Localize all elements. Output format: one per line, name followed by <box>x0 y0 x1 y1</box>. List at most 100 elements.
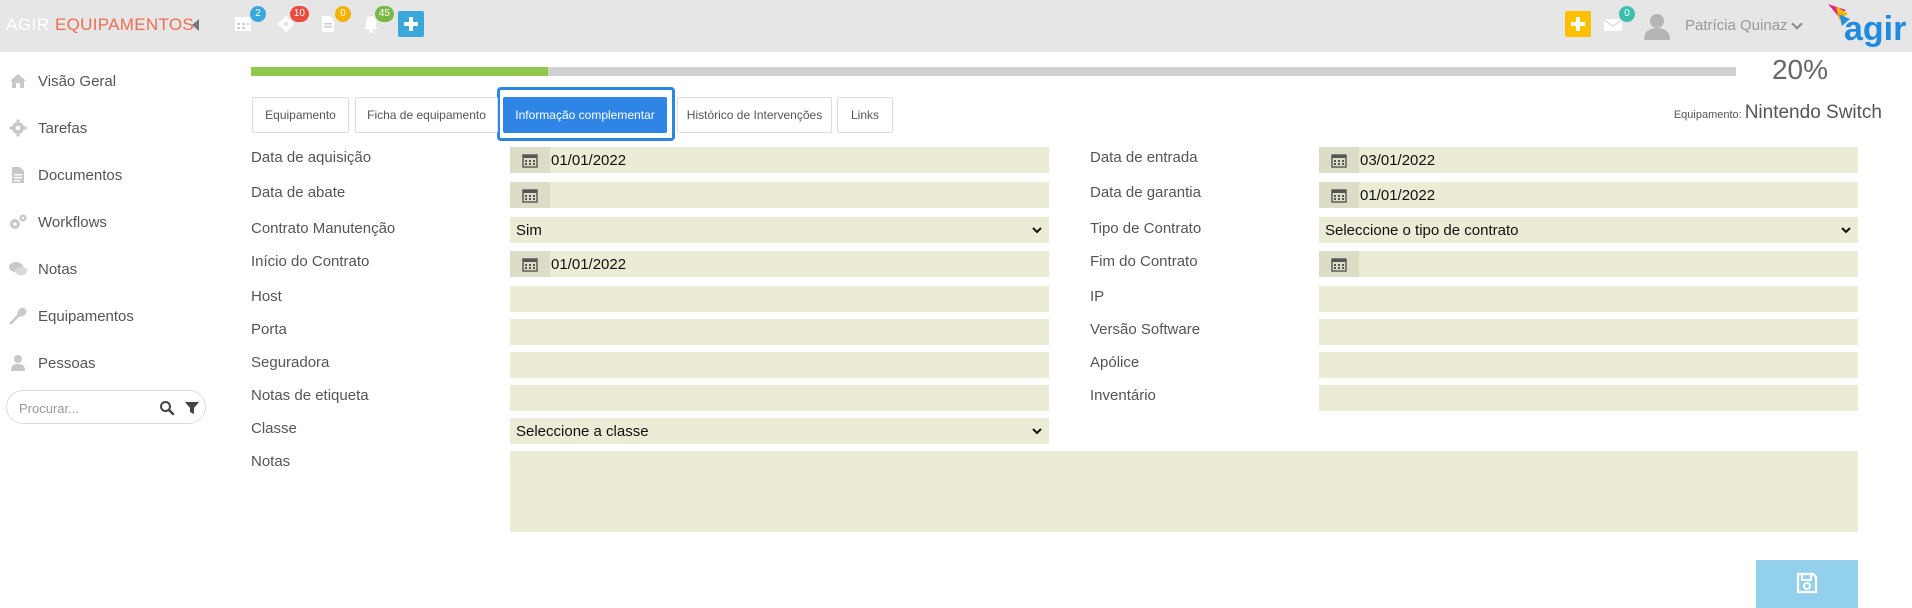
notas-label: Notas <box>251 453 291 470</box>
calendar-picker[interactable] <box>1319 182 1359 208</box>
inventario-field[interactable] <box>1319 385 1858 411</box>
ip-field[interactable] <box>1319 286 1858 312</box>
settings-button[interactable]: 10 <box>275 6 309 38</box>
comments-icon <box>9 262 27 276</box>
sidebar-item-documentos[interactable]: Documentos <box>0 155 210 195</box>
search-box <box>6 390 206 424</box>
notas-textarea[interactable] <box>510 451 1858 532</box>
gear-icon <box>9 119 27 137</box>
avatar[interactable] <box>1641 10 1673 42</box>
calendar-button[interactable]: 2 <box>232 6 266 38</box>
plus-icon <box>404 17 418 31</box>
calendar-icon <box>522 154 538 168</box>
documents-button[interactable]: 0 <box>317 6 351 38</box>
tab-equipamento[interactable]: Equipamento <box>252 97 349 133</box>
inicio-contrato-field[interactable]: 01/01/2022 <box>510 251 1049 277</box>
calendar-picker[interactable] <box>510 182 550 208</box>
wrench-icon <box>9 307 27 325</box>
fim-contrato-field[interactable] <box>1319 251 1858 277</box>
notas-etiqueta-field[interactable] <box>510 385 1049 411</box>
sidebar-item-tarefas[interactable]: Tarefas <box>0 108 210 148</box>
tipo-contrato-value: Seleccione o tipo de contrato <box>1325 222 1519 239</box>
sidebar-item-equipamentos[interactable]: Equipamentos <box>0 296 210 336</box>
data-entrada-field[interactable]: 03/01/2022 <box>1319 147 1858 173</box>
calendar-icon <box>522 189 538 203</box>
collapse-sidebar-icon[interactable] <box>192 19 199 31</box>
svg-text:agir: agir <box>1844 10 1906 48</box>
apolice-field[interactable] <box>1319 352 1858 378</box>
data-garantia-label: Data de garantia <box>1090 184 1201 201</box>
host-label: Host <box>251 288 282 305</box>
save-icon <box>1796 572 1818 594</box>
data-abate-field[interactable] <box>510 182 1049 208</box>
apolice-label: Apólice <box>1090 354 1140 371</box>
calendar-picker[interactable] <box>1319 147 1359 173</box>
versao-software-field[interactable] <box>1319 319 1858 345</box>
tipo-contrato-select[interactable]: Seleccione o tipo de contrato <box>1319 217 1858 243</box>
sidebar-item-label: Notas <box>38 260 78 278</box>
equipment-label: Equipamento: Nintendo Switch <box>1674 102 1882 124</box>
tab-historico-de-intervencoes[interactable]: Histórico de Intervenções <box>677 97 832 133</box>
search-icon[interactable] <box>159 400 175 416</box>
tab-links[interactable]: Links <box>837 97 893 133</box>
seguradora-label: Seguradora <box>251 354 330 371</box>
tab-ficha-de-equipamento[interactable]: Ficha de equipamento <box>355 97 498 133</box>
equipment-label-text: Equipamento: <box>1673 109 1742 121</box>
messages-button[interactable]: 0 <box>1601 6 1635 38</box>
sidebar-item-label: Documentos <box>38 166 123 184</box>
contrato-manutencao-label: Contrato Manutenção <box>251 220 396 237</box>
porta-field[interactable] <box>510 319 1049 345</box>
data-garantia-value: 01/01/2022 <box>1360 187 1436 204</box>
porta-label: Porta <box>251 321 287 338</box>
quick-add-button[interactable] <box>1565 11 1591 37</box>
filter-icon[interactable] <box>184 400 200 416</box>
sidebar-item-notas[interactable]: Notas <box>0 249 210 289</box>
messages-badge: 0 <box>1619 6 1635 22</box>
data-aquisicao-field[interactable]: 01/01/2022 <box>510 147 1049 173</box>
calendar-icon <box>1331 154 1347 168</box>
seguradora-field[interactable] <box>510 352 1049 378</box>
person-icon <box>11 355 25 371</box>
calendar-picker[interactable] <box>1319 251 1359 277</box>
search-input[interactable] <box>19 398 149 418</box>
calendar-picker[interactable] <box>510 251 550 277</box>
tipo-contrato-label: Tipo de Contrato <box>1090 220 1202 237</box>
document-icon <box>12 167 24 183</box>
home-icon <box>10 74 26 88</box>
chevron-down-icon <box>1032 428 1042 435</box>
sidebar-item-workflows[interactable]: Workflows <box>0 202 210 242</box>
sidebar-item-pessoas[interactable]: Pessoas <box>0 343 210 383</box>
user-name[interactable]: Patrícia Quinaz <box>1685 17 1788 34</box>
brand-name: AGIR <box>6 15 50 34</box>
calendar-icon <box>1331 258 1347 272</box>
save-button[interactable] <box>1756 560 1858 608</box>
contrato-manutencao-select[interactable]: Sim <box>510 217 1049 243</box>
host-field[interactable] <box>510 286 1049 312</box>
sidebar-item-visao-geral[interactable]: Visão Geral <box>0 61 210 101</box>
gears-icon <box>10 214 27 229</box>
data-entrada-label: Data de entrada <box>1090 149 1198 166</box>
inicio-contrato-label: Início do Contrato <box>251 253 370 270</box>
calendar-icon <box>1331 189 1347 203</box>
settings-badge: 10 <box>289 6 309 22</box>
data-entrada-value: 03/01/2022 <box>1360 152 1436 169</box>
ip-label: IP <box>1090 288 1105 305</box>
progress-bar <box>251 67 1736 76</box>
chevron-down-icon <box>1032 227 1042 234</box>
documents-badge: 0 <box>335 6 351 22</box>
chevron-down-icon[interactable] <box>1791 18 1803 30</box>
notifications-button[interactable]: 45 <box>360 6 394 38</box>
sidebar: Visão Geral Tarefas Documentos Workflows… <box>0 52 210 608</box>
sidebar-item-label: Visão Geral <box>38 72 117 90</box>
calendar-picker[interactable] <box>510 147 550 173</box>
data-garantia-field[interactable]: 01/01/2022 <box>1319 182 1858 208</box>
tab-informacao-complementar[interactable]: Informação complementar <box>503 97 667 133</box>
classe-select[interactable]: Seleccione a classe <box>510 418 1049 444</box>
agir-logo: agir <box>1828 4 1906 48</box>
sidebar-item-label: Pessoas <box>38 354 96 372</box>
sidebar-item-label: Tarefas <box>38 119 88 137</box>
add-button[interactable] <box>398 11 424 37</box>
versao-software-label: Versão Software <box>1090 321 1201 338</box>
top-bar: AGIR EQUIPAMENTOS 2 10 0 45 0 Patrícia Q… <box>0 0 1912 52</box>
inventario-label: Inventário <box>1090 387 1156 404</box>
